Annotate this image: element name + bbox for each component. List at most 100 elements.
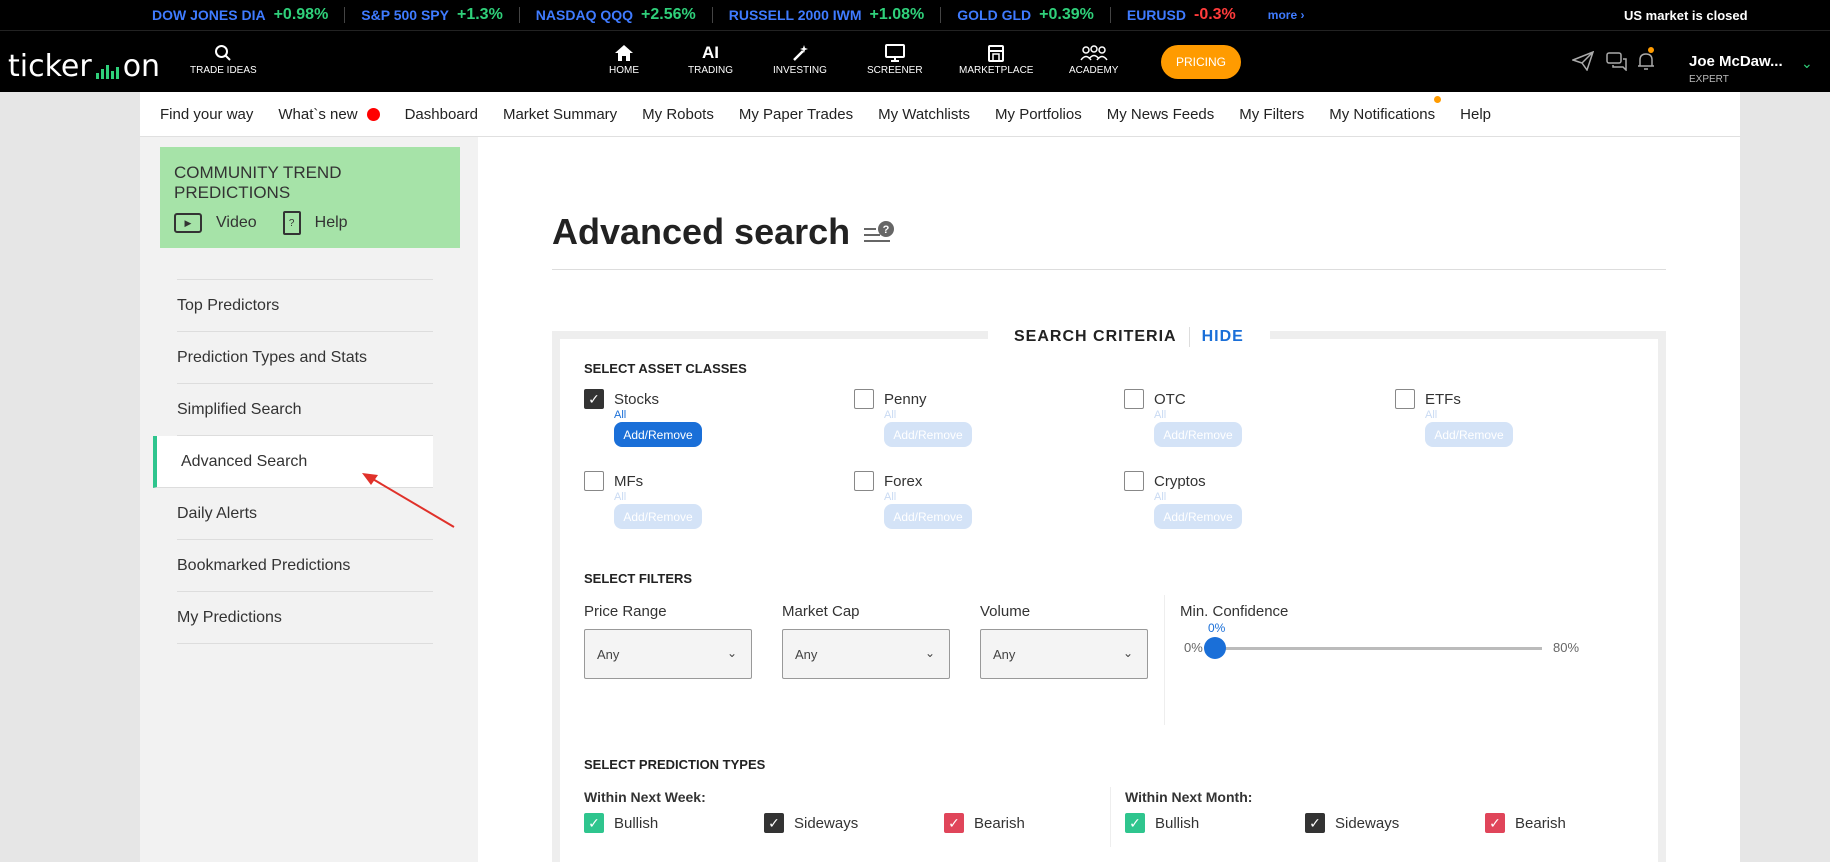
search-criteria-panel: SEARCH CRITERIA HIDE SELECT ASSET CLASSE… [552, 327, 1666, 862]
user-menu[interactable]: Joe McDaw... EXPERT ⌄ [1689, 53, 1813, 85]
market-status: US market is closed [1624, 7, 1748, 23]
add-remove-button: Add/Remove [1154, 504, 1242, 529]
cryptos-checkbox[interactable] [1124, 471, 1144, 491]
sideways-checkbox[interactable]: ✓ [764, 813, 784, 833]
etfs-checkbox[interactable] [1395, 389, 1415, 409]
chevron-down-icon: ⌄ [1801, 55, 1813, 71]
volume-select[interactable]: Any ⌄ [980, 629, 1148, 679]
bullish-checkbox[interactable]: ✓ [584, 813, 604, 833]
subnav-my-robots[interactable]: My Robots [642, 106, 714, 123]
mfs-checkbox[interactable] [584, 471, 604, 491]
asset-label: ETFs [1425, 390, 1461, 408]
ticker-item[interactable]: RUSSELL 2000 IWM +1.08% [713, 6, 942, 23]
checkbox-label: Bullish [1155, 814, 1200, 832]
subnav-find-your-way[interactable]: Find your way [160, 106, 253, 123]
sidebar-item-top-predictors[interactable]: Top Predictors [177, 280, 433, 332]
ticker-item[interactable]: DOW JONES DIA +0.98% [136, 6, 346, 23]
subnav-dashboard[interactable]: Dashboard [405, 106, 478, 123]
ticker-change: +1.3% [456, 6, 503, 23]
bearish-checkbox[interactable]: ✓ [1485, 813, 1505, 833]
subnav-my-watchlists[interactable]: My Watchlists [878, 106, 970, 123]
video-icon[interactable]: ▶ [174, 213, 202, 233]
logo[interactable]: ticker on [8, 49, 160, 84]
subnav-my-notifications[interactable]: My Notifications [1329, 95, 1442, 123]
pricing-button[interactable]: PRICING [1161, 45, 1241, 79]
nav-home[interactable]: HOME [609, 41, 639, 76]
checkbox-label: Sideways [1335, 814, 1400, 832]
checkbox-label: Bearish [1515, 814, 1566, 832]
subnav-whats-new[interactable]: What`s new [278, 106, 380, 123]
ticker-item[interactable]: S&P 500 SPY +1.3% [345, 6, 520, 23]
left-panel: COMMUNITY TREND PREDICTIONS ▶ Video ? He… [140, 137, 478, 862]
sidebar-item-bookmarked[interactable]: Bookmarked Predictions [177, 540, 433, 592]
chat-icon[interactable] [1606, 51, 1628, 76]
subnav-market-summary[interactable]: Market Summary [503, 106, 617, 123]
nav-marketplace[interactable]: MARKETPLACE [959, 41, 1033, 76]
next-month-sideways[interactable]: ✓ Sideways [1305, 813, 1399, 833]
bullish-checkbox[interactable]: ✓ [1125, 813, 1145, 833]
all-label: All [614, 491, 627, 503]
divider [1110, 787, 1111, 847]
sidebar-item-prediction-types[interactable]: Prediction Types and Stats [177, 332, 433, 384]
nav-academy[interactable]: ACADEMY [1069, 41, 1118, 76]
send-icon[interactable] [1570, 50, 1595, 76]
help-link[interactable]: Help [315, 214, 348, 232]
asset-label: Cryptos [1154, 472, 1206, 490]
next-week-bullish[interactable]: ✓ Bullish [584, 813, 658, 833]
criteria-label: SEARCH CRITERIA [1014, 328, 1177, 345]
ticker-more-link[interactable]: more › [1268, 8, 1305, 22]
asset-label: Penny [884, 390, 927, 408]
checkbox-label: Bullish [614, 814, 659, 832]
stocks-checkbox[interactable]: ✓ [584, 389, 604, 409]
next-week-sideways[interactable]: ✓ Sideways [764, 813, 858, 833]
chevron-down-icon: ⌄ [726, 646, 737, 660]
hide-criteria-button[interactable]: HIDE [1202, 328, 1244, 346]
subnav-help[interactable]: Help [1460, 106, 1491, 123]
sub-nav: Find your way What`s new Dashboard Marke… [140, 92, 1740, 137]
help-book-icon[interactable]: ? [282, 211, 301, 235]
sideways-checkbox[interactable]: ✓ [1305, 813, 1325, 833]
ai-icon: AI [702, 43, 719, 62]
bell-icon[interactable] [1636, 51, 1656, 76]
all-label: All [614, 409, 627, 421]
market-cap-select[interactable]: Any ⌄ [782, 629, 950, 679]
subnav-my-portfolios[interactable]: My Portfolios [995, 106, 1082, 123]
ticker-item[interactable]: EURUSD -0.3% [1111, 6, 1252, 23]
asset-penny: Penny All Add/Remove [854, 389, 1054, 447]
subnav-my-filters[interactable]: My Filters [1239, 106, 1304, 123]
asset-stocks: ✓ Stocks All Add/Remove [584, 389, 784, 447]
next-week-bearish[interactable]: ✓ Bearish [944, 813, 1025, 833]
otc-checkbox[interactable] [1124, 389, 1144, 409]
ticker-item[interactable]: NASDAQ QQQ +2.56% [520, 6, 713, 23]
sidebar-item-simplified-search[interactable]: Simplified Search [177, 384, 433, 436]
nav-ai-trading[interactable]: AI TRADING [688, 41, 733, 76]
next-month-bullish[interactable]: ✓ Bullish [1125, 813, 1199, 833]
volume-label: Volume [980, 603, 1031, 620]
price-range-select[interactable]: Any ⌄ [584, 629, 752, 679]
confidence-slider-track[interactable] [1214, 647, 1542, 650]
next-month-bearish[interactable]: ✓ Bearish [1485, 813, 1566, 833]
checkbox-label: Bearish [974, 814, 1025, 832]
nav-investing[interactable]: INVESTING [773, 41, 827, 76]
user-name: Joe McDaw... [1689, 53, 1783, 70]
subnav-my-news-feeds[interactable]: My News Feeds [1107, 106, 1215, 123]
penny-checkbox[interactable] [854, 389, 874, 409]
ticker-item[interactable]: GOLD GLD +0.39% [941, 6, 1111, 23]
nav-screener[interactable]: SCREENER [867, 41, 923, 76]
sidebar-item-my-predictions[interactable]: My Predictions [177, 592, 433, 644]
list-help-icon[interactable]: ? [862, 219, 896, 252]
all-label: All [1154, 491, 1167, 503]
select-value: Any [993, 646, 1016, 662]
bearish-checkbox[interactable]: ✓ [944, 813, 964, 833]
nav-trade-ideas[interactable]: TRADE IDEAS [190, 41, 257, 76]
new-indicator-dot [366, 107, 380, 121]
subnav-my-paper-trades[interactable]: My Paper Trades [739, 106, 853, 123]
slider-max-label: 80% [1553, 640, 1580, 655]
add-remove-button[interactable]: Add/Remove [614, 422, 702, 447]
confidence-slider-handle[interactable] [1204, 637, 1226, 659]
video-link[interactable]: Video [216, 214, 257, 232]
forex-checkbox[interactable] [854, 471, 874, 491]
add-remove-button: Add/Remove [1425, 422, 1513, 447]
asset-etfs: ETFs All Add/Remove [1395, 389, 1595, 447]
ticker-name: GOLD GLD [957, 7, 1032, 23]
